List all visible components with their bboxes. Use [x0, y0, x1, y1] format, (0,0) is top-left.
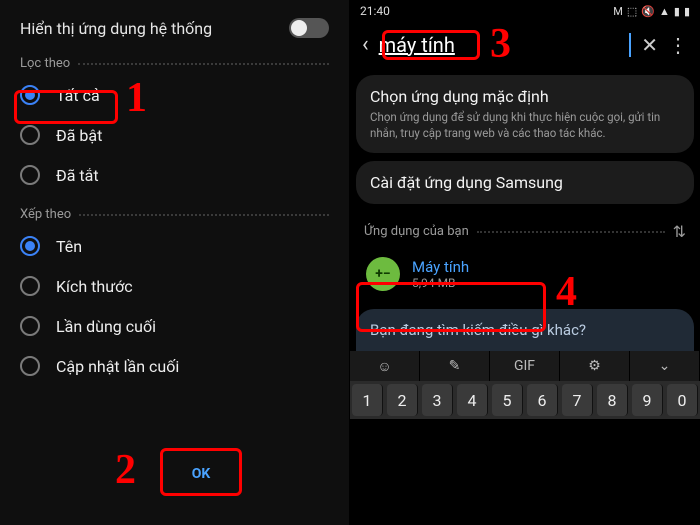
card-title: Cài đặt ứng dụng Samsung: [370, 173, 680, 192]
card-subtitle: Chọn ứng dụng để sử dụng khi thực hiện c…: [370, 110, 680, 141]
radio-label: Tất cả: [56, 86, 100, 105]
keyboard-toolbar: ☺ ✎ GIF ⚙ ⌄: [350, 351, 700, 381]
key-8[interactable]: 8: [597, 384, 628, 416]
key-3[interactable]: 3: [422, 384, 453, 416]
your-apps-header: Ứng dụng của bạn ⇅: [350, 212, 700, 245]
key-6[interactable]: 6: [527, 384, 558, 416]
gif-key[interactable]: GIF: [490, 351, 560, 381]
ok-button[interactable]: OK: [170, 458, 232, 490]
filter-dialog-pane: Hiển thị ứng dụng hệ thống Lọc theo Tất …: [0, 0, 350, 525]
key-7[interactable]: 7: [562, 384, 593, 416]
key-2[interactable]: 2: [387, 384, 418, 416]
silent-icon: 🔇: [641, 5, 655, 18]
search-bar: ‹ máy tính ✕ ⋮: [350, 22, 700, 67]
system-apps-label: Hiển thị ứng dụng hệ thống: [20, 19, 212, 38]
key-1[interactable]: 1: [352, 384, 383, 416]
radio-label: Tên: [56, 237, 82, 256]
filter-option-enabled[interactable]: Đã bật: [0, 115, 349, 155]
callout-2: 2: [115, 446, 136, 494]
suggestion-card[interactable]: Bạn đang tìm kiếm điều gì khác?: [356, 309, 694, 351]
system-apps-toggle[interactable]: [289, 18, 329, 38]
radio-icon: [20, 125, 40, 145]
wifi-icon: ▲: [659, 5, 670, 18]
filter-option-disabled[interactable]: Đã tắt: [0, 155, 349, 195]
callout-1: 1: [126, 74, 147, 122]
sort-option-name[interactable]: Tên: [0, 226, 349, 266]
back-icon[interactable]: ‹: [362, 32, 369, 57]
search-input[interactable]: máy tính: [379, 33, 632, 57]
sticker-key[interactable]: ✎: [420, 351, 490, 381]
sort-icon[interactable]: ⇅: [673, 222, 686, 241]
app-size: 5,94 MB: [412, 276, 469, 290]
key-0[interactable]: 0: [667, 384, 698, 416]
radio-label: Kích thước: [56, 277, 133, 296]
emoji-key[interactable]: ☺: [350, 351, 420, 381]
sort-option-last-used[interactable]: Lần dùng cuối: [0, 306, 349, 346]
filter-option-all[interactable]: Tất cả: [0, 75, 349, 115]
radio-icon: [20, 85, 40, 105]
app-name: Máy tính: [412, 258, 469, 276]
app-row-calculator[interactable]: +− Máy tính 5,94 MB: [356, 249, 694, 299]
radio-label: Đã bật: [56, 126, 102, 145]
radio-icon: [20, 276, 40, 296]
sort-option-last-updated[interactable]: Cập nhật lần cuối: [0, 346, 349, 386]
filter-section-label: Lọc theo: [0, 44, 349, 75]
radio-icon: [20, 165, 40, 185]
radio-label: Lần dùng cuối: [56, 317, 156, 336]
system-apps-row: Hiển thị ứng dụng hệ thống: [0, 0, 349, 44]
radio-label: Đã tắt: [56, 166, 99, 185]
sort-section-label: Xếp theo: [0, 195, 349, 226]
overflow-icon[interactable]: ⋮: [668, 33, 688, 57]
status-icons: M ⬚ 🔇 ▲ ▮ ▮: [613, 5, 690, 18]
battery-icon: ▮: [684, 5, 690, 18]
card-title: Chọn ứng dụng mặc định: [370, 87, 680, 106]
radio-icon: [20, 236, 40, 256]
clear-icon[interactable]: ✕: [641, 33, 658, 57]
status-time: 21:40: [360, 4, 390, 18]
notif-icon: ⬚: [627, 5, 637, 18]
signal-icon: ▮: [674, 5, 680, 18]
expand-key[interactable]: ⌄: [630, 351, 700, 381]
radio-icon: [20, 316, 40, 336]
samsung-app-settings-card[interactable]: Cài đặt ứng dụng Samsung: [356, 161, 694, 204]
settings-search-pane: 21:40 M ⬚ 🔇 ▲ ▮ ▮ ‹ máy tính ✕ ⋮ Chọn ứn…: [350, 0, 700, 525]
mail-icon: M: [613, 5, 623, 18]
default-apps-card[interactable]: Chọn ứng dụng mặc định Chọn ứng dụng để …: [356, 75, 694, 153]
radio-label: Cập nhật lần cuối: [56, 357, 179, 376]
key-9[interactable]: 9: [632, 384, 663, 416]
sort-option-size[interactable]: Kích thước: [0, 266, 349, 306]
key-4[interactable]: 4: [457, 384, 488, 416]
radio-icon: [20, 356, 40, 376]
settings-key[interactable]: ⚙: [560, 351, 630, 381]
key-5[interactable]: 5: [492, 384, 523, 416]
status-bar: 21:40 M ⬚ 🔇 ▲ ▮ ▮: [350, 0, 700, 22]
calculator-icon: +−: [366, 257, 400, 291]
keyboard-number-row: 1 2 3 4 5 6 7 8 9 0: [350, 381, 700, 419]
